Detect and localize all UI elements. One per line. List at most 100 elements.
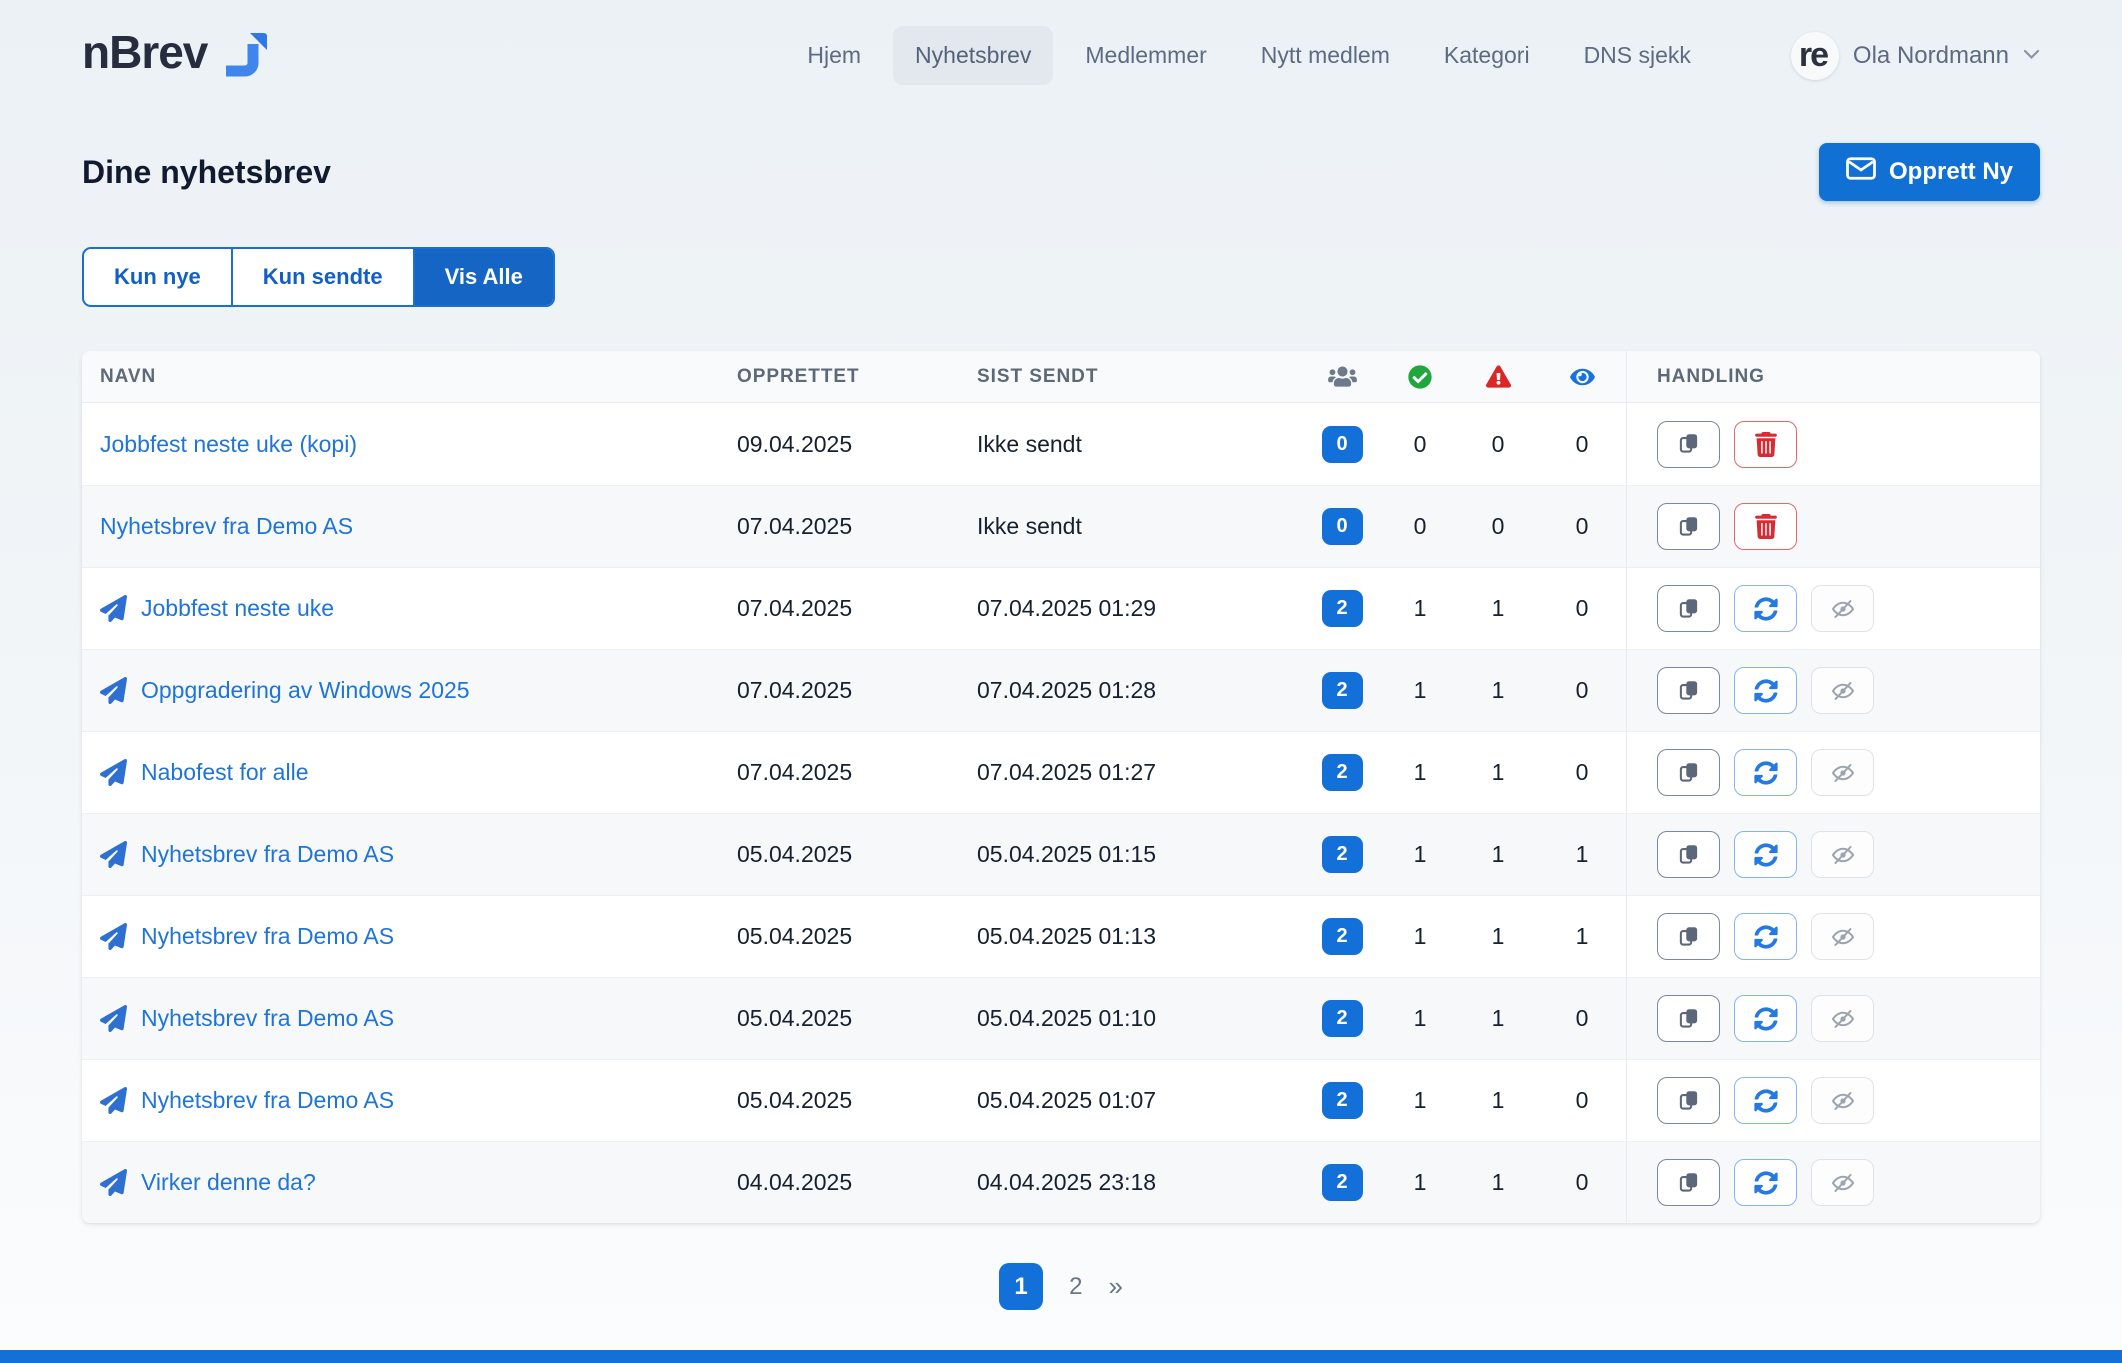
last-sent-date: Ikke sendt (977, 431, 1302, 458)
created-date: 07.04.2025 (737, 595, 977, 622)
copy-button[interactable] (1657, 1159, 1720, 1206)
filter-kun-nye[interactable]: Kun nye (84, 249, 233, 305)
table-body: Jobbfest neste uke (kopi)09.04.2025Ikke … (82, 403, 2040, 1223)
newsletter-link[interactable]: Virker denne da? (141, 1169, 316, 1196)
resend-button[interactable] (1734, 831, 1797, 878)
check-circle-icon (1382, 365, 1458, 389)
filter-vis-alle[interactable]: Vis Alle (415, 249, 553, 305)
copy-button[interactable] (1657, 995, 1720, 1042)
recipients-badge: 2 (1322, 754, 1363, 791)
user-name: Ola Nordmann (1853, 42, 2009, 70)
name-cell: Nyhetsbrev fra Demo AS (82, 1005, 737, 1032)
resend-button[interactable] (1734, 585, 1797, 632)
newsletter-link[interactable]: Nabofest for alle (141, 759, 308, 786)
nav-item-nyhetsbrev[interactable]: Nyhetsbrev (893, 26, 1053, 85)
actions-cell (1626, 1142, 2040, 1223)
sent-paper-plane-icon (100, 923, 127, 950)
actions-cell (1626, 650, 2040, 731)
error-count: 1 (1458, 677, 1538, 704)
newsletter-table: NAVN OPPRETTET SIST SENDT HANDLING Jobbf… (82, 351, 2040, 1223)
header-navn: NAVN (82, 366, 737, 388)
eye-off-icon (1829, 843, 1857, 867)
newsletter-link[interactable]: Nyhetsbrev fra Demo AS (141, 1087, 394, 1114)
resend-button[interactable] (1734, 913, 1797, 960)
error-count: 0 (1458, 513, 1538, 540)
name-cell: Nyhetsbrev fra Demo AS (82, 923, 737, 950)
nav-item-medlemmer[interactable]: Medlemmer (1063, 26, 1228, 85)
success-count: 0 (1382, 431, 1458, 458)
success-count: 1 (1382, 677, 1458, 704)
recipients-cell: 2 (1302, 1000, 1382, 1037)
copy-button[interactable] (1657, 831, 1720, 878)
copy-button[interactable] (1657, 585, 1720, 632)
created-date: 07.04.2025 (737, 677, 977, 704)
user-menu[interactable]: re Ola Nordmann (1791, 32, 2040, 80)
newsletter-link[interactable]: Jobbfest neste uke (141, 595, 334, 622)
copy-icon (1676, 760, 1702, 786)
nav-item-kategori[interactable]: Kategori (1422, 26, 1552, 85)
nav-item-dns-sjekk[interactable]: DNS sjekk (1562, 26, 1713, 85)
refresh-icon (1754, 1007, 1778, 1031)
newsletter-link[interactable]: Oppgradering av Windows 2025 (141, 677, 470, 704)
table-header-row: NAVN OPPRETTET SIST SENDT HANDLING (82, 351, 2040, 403)
recipients-cell: 0 (1302, 426, 1382, 463)
eye-off-icon (1829, 925, 1857, 949)
nav-item-nytt-medlem[interactable]: Nytt medlem (1239, 26, 1412, 85)
actions-cell (1626, 896, 2040, 977)
copy-button[interactable] (1657, 421, 1720, 468)
next-page-button[interactable]: » (1108, 1271, 1122, 1302)
success-count: 1 (1382, 923, 1458, 950)
hide-button[interactable] (1811, 749, 1874, 796)
hide-button[interactable] (1811, 995, 1874, 1042)
hide-button[interactable] (1811, 1077, 1874, 1124)
copy-button[interactable] (1657, 503, 1720, 550)
delete-button[interactable] (1734, 421, 1797, 468)
create-newsletter-label: Opprett Ny (1889, 158, 2013, 186)
newsletter-link[interactable]: Nyhetsbrev fra Demo AS (100, 513, 353, 540)
hide-button[interactable] (1811, 913, 1874, 960)
refresh-icon (1754, 1171, 1778, 1195)
resend-button[interactable] (1734, 1159, 1797, 1206)
eye-off-icon (1829, 761, 1857, 785)
newsletter-link[interactable]: Nyhetsbrev fra Demo AS (141, 923, 394, 950)
hide-button[interactable] (1811, 831, 1874, 878)
table-row: Nabofest for alle07.04.202507.04.2025 01… (82, 731, 2040, 813)
copy-button[interactable] (1657, 1077, 1720, 1124)
page-1-button[interactable]: 1 (999, 1263, 1043, 1310)
brand-logo[interactable]: nBrev (82, 29, 271, 82)
last-sent-date: 05.04.2025 01:13 (977, 923, 1302, 950)
filter-kun-sendte[interactable]: Kun sendte (233, 249, 415, 305)
copy-icon (1676, 1170, 1702, 1196)
page-2-button[interactable]: 2 (1069, 1273, 1082, 1301)
copy-button[interactable] (1657, 667, 1720, 714)
created-date: 04.04.2025 (737, 1169, 977, 1196)
nav-item-hjem[interactable]: Hjem (785, 26, 883, 85)
avatar: re (1791, 32, 1839, 80)
delete-button[interactable] (1734, 503, 1797, 550)
views-count: 0 (1538, 1087, 1626, 1114)
resend-button[interactable] (1734, 1077, 1797, 1124)
resend-button[interactable] (1734, 667, 1797, 714)
hide-button[interactable] (1811, 667, 1874, 714)
resend-button[interactable] (1734, 749, 1797, 796)
newsletter-link[interactable]: Nyhetsbrev fra Demo AS (141, 841, 394, 868)
table-row: Nyhetsbrev fra Demo AS07.04.2025Ikke sen… (82, 485, 2040, 567)
success-count: 1 (1382, 1005, 1458, 1032)
views-count: 0 (1538, 1005, 1626, 1032)
hide-button[interactable] (1811, 585, 1874, 632)
name-cell: Jobbfest neste uke (82, 595, 737, 622)
newsletter-link[interactable]: Nyhetsbrev fra Demo AS (141, 1005, 394, 1032)
hide-button[interactable] (1811, 1159, 1874, 1206)
create-newsletter-button[interactable]: Opprett Ny (1819, 143, 2040, 201)
copy-icon (1676, 678, 1702, 704)
brand-name: nBrev (82, 29, 207, 75)
views-count: 0 (1538, 513, 1626, 540)
copy-button[interactable] (1657, 749, 1720, 796)
newsletter-link[interactable]: Jobbfest neste uke (kopi) (100, 431, 357, 458)
resend-button[interactable] (1734, 995, 1797, 1042)
success-count: 1 (1382, 1087, 1458, 1114)
copy-button[interactable] (1657, 913, 1720, 960)
recipients-badge: 0 (1322, 508, 1363, 545)
table-row: Virker denne da?04.04.202504.04.2025 23:… (82, 1141, 2040, 1223)
error-count: 1 (1458, 841, 1538, 868)
